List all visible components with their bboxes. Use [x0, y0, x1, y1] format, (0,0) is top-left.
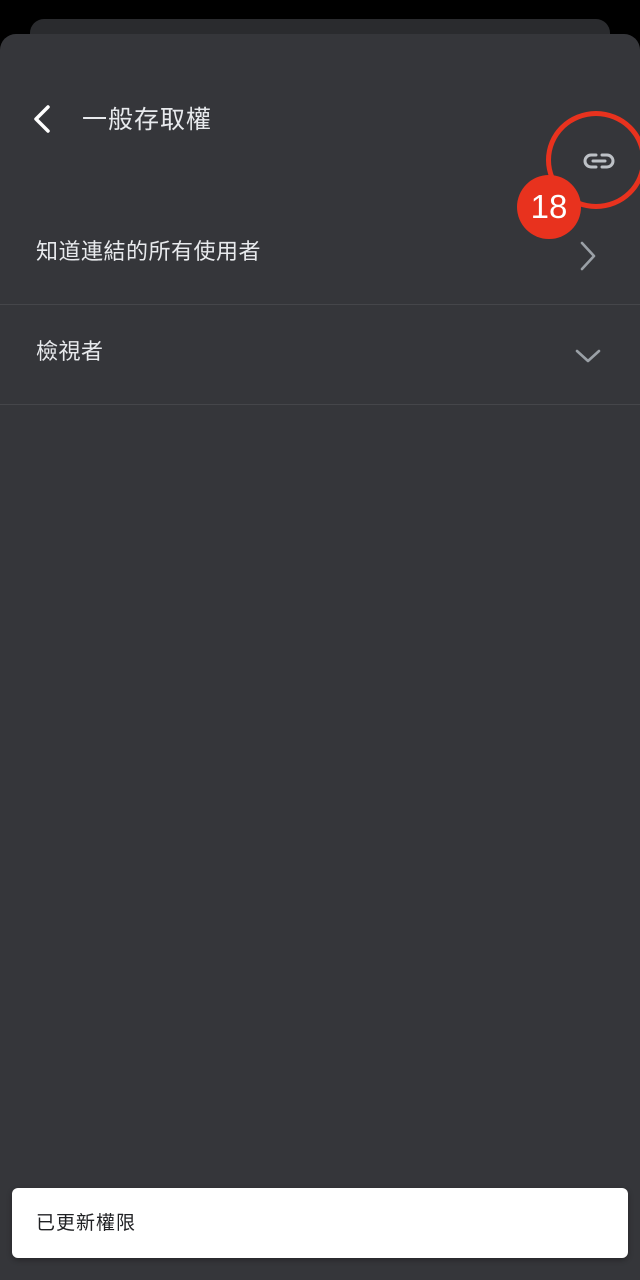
role-row[interactable]: 檢視者 [0, 305, 640, 405]
header: 一般存取權 [0, 90, 640, 169]
snackbar-message: 已更新權限 [36, 1212, 137, 1234]
chevron-right-icon [574, 239, 602, 273]
screen: 一般存取權 18 知道連結的所有使用者 檢視者 已更新權限 [0, 0, 640, 1280]
chevron-down-icon [572, 343, 604, 369]
link-icon [583, 153, 615, 169]
divider [0, 404, 640, 405]
chevron-left-icon [34, 105, 50, 133]
snackbar: 已更新權限 [12, 1188, 628, 1258]
general-access-label: 知道連結的所有使用者 [36, 240, 262, 265]
general-access-row[interactable]: 知道連結的所有使用者 [0, 205, 640, 305]
copy-link-button[interactable] [576, 146, 622, 176]
back-button[interactable] [22, 99, 62, 139]
role-label: 檢視者 [36, 340, 104, 365]
page-title: 一般存取權 [82, 105, 213, 134]
